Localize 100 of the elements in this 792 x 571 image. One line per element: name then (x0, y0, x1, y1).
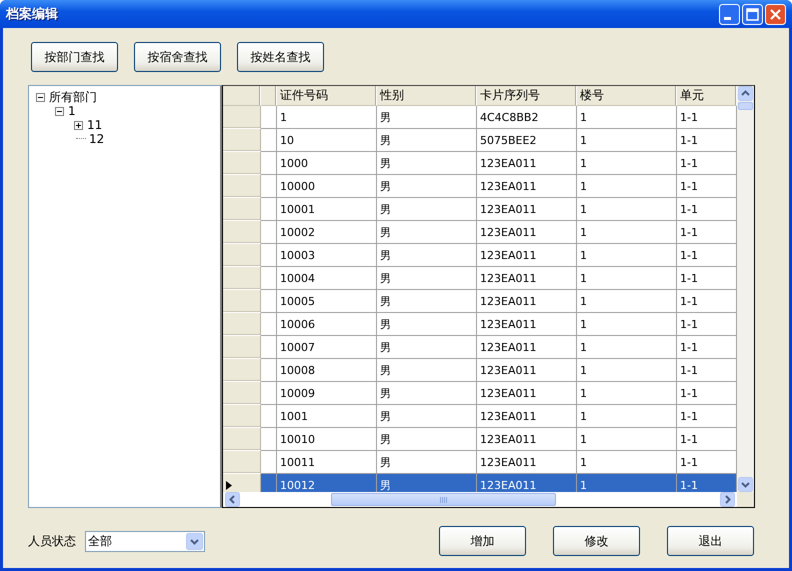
tree-item[interactable]: 所有部门 (49, 90, 97, 104)
table-cell: 1 (577, 221, 677, 244)
search-button[interactable]: 按部门查找 (31, 42, 118, 72)
table-cell: 1 (577, 290, 677, 313)
table-cell (261, 198, 277, 221)
table-cell: 10006 (277, 313, 377, 336)
scroll-right-icon[interactable] (720, 492, 735, 507)
table-cell: 1 (577, 175, 677, 198)
table-cell: 男 (377, 106, 477, 129)
table-cell (261, 290, 277, 313)
table-cell: 123EA011 (477, 382, 577, 405)
table-cell: 男 (377, 152, 477, 175)
table-cell: 1 (577, 313, 677, 336)
tree-item[interactable]: 11 (87, 118, 102, 132)
table-cell: 男 (377, 267, 477, 290)
table-cell: 123EA011 (477, 405, 577, 428)
table-cell: 10002 (277, 221, 377, 244)
table-cell (261, 175, 277, 198)
table-cell: 123EA011 (477, 267, 577, 290)
table-cell: 123EA011 (477, 474, 577, 492)
table-cell: 男 (377, 221, 477, 244)
close-button[interactable] (765, 4, 786, 24)
table-cell: 10008 (277, 359, 377, 382)
column-header[interactable]: 单元 (677, 86, 737, 106)
table-cell: 1000 (277, 152, 377, 175)
table-cell: 4C4C8BB2 (477, 106, 577, 129)
scroll-down-icon[interactable] (738, 477, 753, 492)
action-button[interactable]: 退出 (667, 526, 754, 556)
scroll-thumb[interactable] (331, 493, 556, 506)
table-cell: 123EA011 (477, 175, 577, 198)
expand-toggle-icon[interactable] (74, 120, 83, 130)
table-cell (261, 359, 277, 382)
tree-item[interactable]: 1 (68, 104, 76, 118)
table-cell: 1 (577, 359, 677, 382)
collapse-toggle-icon[interactable] (55, 106, 64, 116)
table-cell: 1 (577, 198, 677, 221)
table-cell: 123EA011 (477, 221, 577, 244)
table-cell: 男 (377, 428, 477, 451)
table-cell: 1 (577, 428, 677, 451)
table-cell: 123EA011 (477, 198, 577, 221)
vertical-scrollbar[interactable] (737, 86, 754, 492)
table-cell: 10000 (277, 175, 377, 198)
table-cell (261, 313, 277, 336)
table-cell: 男 (377, 175, 477, 198)
table-cell: 123EA011 (477, 359, 577, 382)
table-cell: 5075BEE2 (477, 129, 577, 152)
table-cell (261, 474, 277, 492)
horizontal-scrollbar[interactable] (223, 492, 737, 507)
table-cell: 10004 (277, 267, 377, 290)
column-header[interactable]: 卡片序列号 (477, 86, 577, 106)
table-cell (261, 152, 277, 175)
collapse-toggle-icon[interactable] (36, 92, 45, 102)
action-button[interactable]: 修改 (553, 526, 640, 556)
status-dropdown[interactable]: 全部 (85, 530, 205, 552)
status-label: 人员状态 (28, 532, 76, 550)
table-cell: 1 (577, 382, 677, 405)
table-cell: 10007 (277, 336, 377, 359)
table-cell: 10012 (277, 474, 377, 492)
maximize-button[interactable] (742, 4, 763, 24)
table-cell: 123EA011 (477, 152, 577, 175)
table-cell: 男 (377, 290, 477, 313)
search-button[interactable]: 按姓名查找 (237, 42, 324, 72)
table-cell (261, 382, 277, 405)
table-cell: 123EA011 (477, 290, 577, 313)
table-cell (261, 336, 277, 359)
table-cell: 男 (377, 198, 477, 221)
row-header[interactable] (223, 474, 261, 492)
table-cell: 男 (377, 474, 477, 492)
column-header[interactable]: 证件号码 (277, 86, 377, 106)
table-cell: 男 (377, 336, 477, 359)
table-cell: 123EA011 (477, 313, 577, 336)
table-cell: 10009 (277, 382, 377, 405)
tree-item[interactable]: 12 (89, 132, 104, 146)
table-cell: 男 (377, 244, 477, 267)
table-cell: 男 (377, 129, 477, 152)
table-cell: 1 (277, 106, 377, 129)
column-header[interactable]: 楼号 (577, 86, 677, 106)
search-button[interactable]: 按宿舍查找 (134, 42, 221, 72)
table-cell: 1 (577, 336, 677, 359)
table-cell (261, 106, 277, 129)
column-header[interactable]: 性别 (377, 86, 477, 106)
scroll-thumb[interactable] (738, 102, 753, 110)
scroll-up-icon[interactable] (738, 86, 753, 101)
table-cell: 10001 (277, 198, 377, 221)
table-cell (261, 428, 277, 451)
table-cell: 10005 (277, 290, 377, 313)
scroll-left-icon[interactable] (225, 492, 240, 507)
table-cell: 1 (577, 129, 677, 152)
table-cell: 10 (277, 129, 377, 152)
minimize-button[interactable] (719, 4, 740, 24)
table-cell: 男 (377, 313, 477, 336)
action-button[interactable]: 增加 (439, 526, 526, 556)
table-cell: 123EA011 (477, 244, 577, 267)
table-cell: 1001 (277, 405, 377, 428)
table-cell (261, 405, 277, 428)
table-cell: 1 (577, 405, 677, 428)
table-cell: 1 (577, 152, 677, 175)
table-cell: 男 (377, 359, 477, 382)
table-cell (261, 244, 277, 267)
table-cell: 男 (377, 382, 477, 405)
